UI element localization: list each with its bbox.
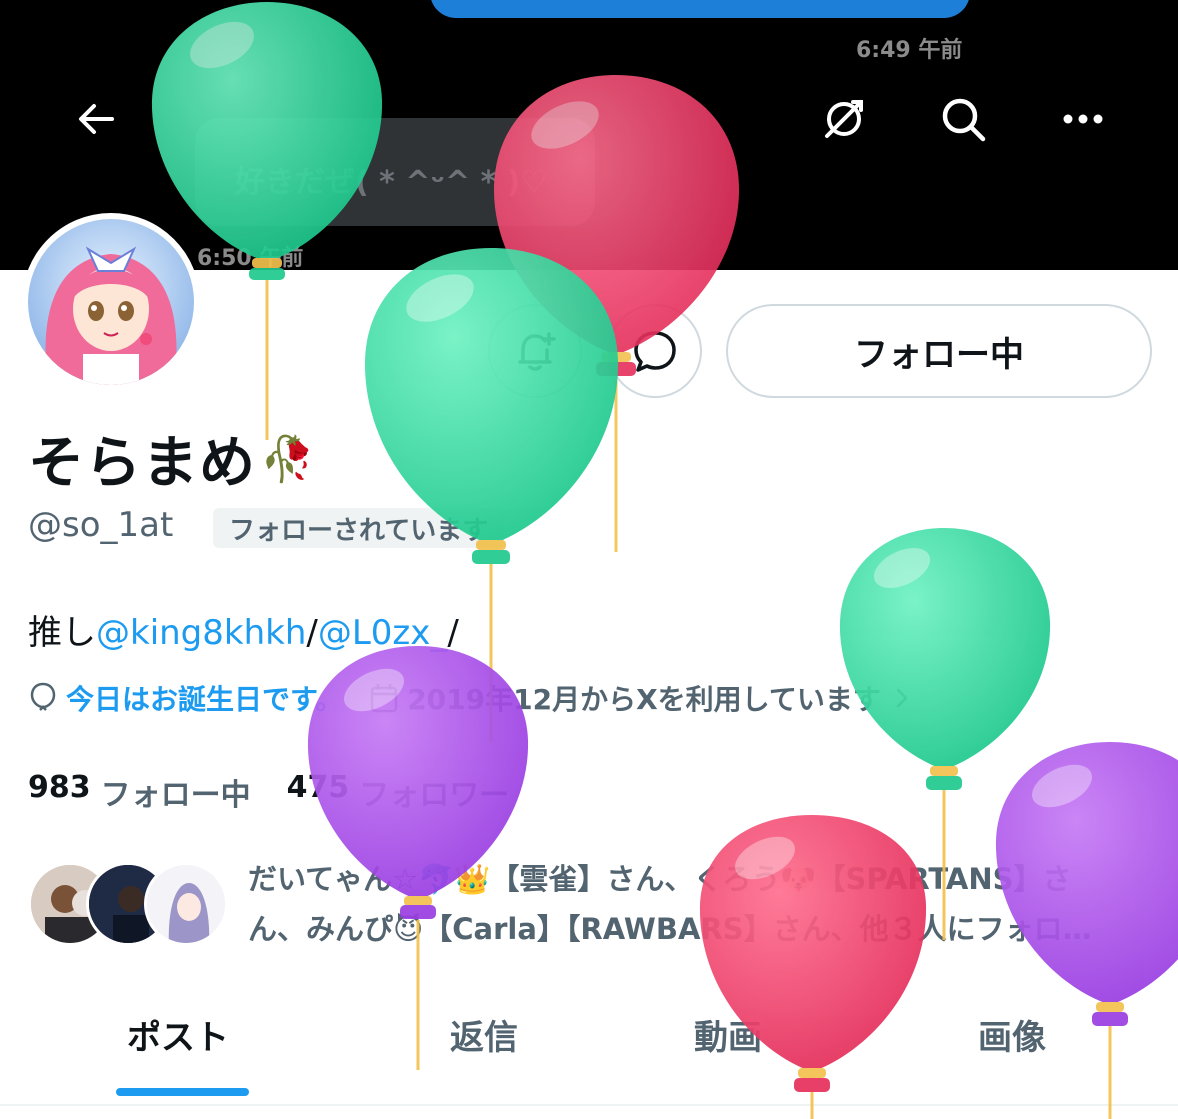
bio-mention-link[interactable]: @L0zx_	[318, 613, 448, 653]
chevron-right-icon[interactable]	[889, 685, 915, 711]
profile-tabs: ポスト 返信 動画 画像	[0, 990, 1178, 1100]
avatar	[144, 862, 228, 946]
joined-date: 2019年12月からXを利用しています	[407, 683, 881, 716]
message-timestamp: 6:50 午前	[197, 246, 304, 270]
active-tab-indicator	[116, 1088, 249, 1096]
mute-button[interactable]	[816, 91, 872, 147]
chat-bubble-text: 好きだぜ( * ^ᵕ^ * )♡	[235, 165, 548, 200]
avatar-image	[28, 219, 194, 385]
profile-meta: 今日はお誕生日です。 2019年12月からXを利用しています	[28, 678, 915, 718]
bio-mention-link[interactable]: @king8khkh	[96, 613, 306, 653]
message-timestamp: 6:49 午前	[856, 38, 963, 63]
divider	[0, 1104, 1178, 1106]
bio-separator: /	[447, 613, 459, 653]
notification-button[interactable]	[488, 304, 582, 398]
profile-handle: @so_1at	[28, 505, 174, 545]
birthday-text: 今日はお誕生日です。	[66, 683, 344, 716]
back-button[interactable]	[68, 91, 124, 147]
back-arrow-icon	[79, 104, 114, 134]
followers-label[interactable]: フォロワー	[359, 770, 509, 814]
profile-banner: 6:49 午前 好きだぜ( * ^ᵕ^ * )♡ 6:50 午前	[0, 0, 1178, 270]
search-icon	[942, 98, 986, 142]
rose-emoji: 🥀	[260, 433, 316, 485]
no-follow-icon	[825, 100, 863, 138]
followers-you-know[interactable]: だいてゃん☆🐬👑【雲雀】さん、くろう🐶【SPARTANS】さん、みんぴ😈【Car…	[28, 858, 1158, 958]
profile-bio: 推し@king8khkh/@L0zx_/	[28, 605, 459, 654]
tab-videos[interactable]: 動画	[694, 1010, 762, 1059]
profile-avatar[interactable]	[22, 213, 200, 391]
followers-avatars	[28, 862, 228, 946]
profile-stats: 983 フォロー中 475 フォロワー	[28, 770, 509, 814]
more-button[interactable]	[1055, 91, 1111, 147]
bio-text: 推し	[28, 613, 96, 653]
balloon-green	[364, 248, 619, 742]
calendar-icon	[370, 684, 398, 713]
notification-bell-icon	[518, 332, 556, 371]
followers-count[interactable]: 475	[287, 770, 350, 814]
message-button[interactable]	[608, 304, 702, 398]
more-icon	[1063, 114, 1103, 124]
message-bubble-icon	[634, 331, 676, 372]
following-count[interactable]: 983	[28, 770, 91, 814]
search-button[interactable]	[935, 91, 991, 147]
tab-images[interactable]: 画像	[978, 1010, 1046, 1059]
bio-separator: /	[306, 613, 318, 653]
chat-bubble-outgoing	[430, 0, 970, 18]
following-label[interactable]: フォロー中	[101, 770, 251, 814]
display-name-text: そらまめ	[28, 431, 256, 496]
followers-you-know-text: だいてゃん☆🐬👑【雲雀】さん、くろう🐶【SPARTANS】さん、みんぴ😈【Car…	[248, 862, 1092, 946]
following-button[interactable]: フォロー中	[726, 304, 1152, 398]
balloon-icon	[30, 682, 56, 711]
follows-you-badge: フォローされています	[213, 508, 505, 548]
tab-posts[interactable]: ポスト	[127, 1010, 229, 1059]
display-name: そらまめ 🥀	[28, 418, 316, 499]
tab-replies[interactable]: 返信	[450, 1010, 518, 1059]
